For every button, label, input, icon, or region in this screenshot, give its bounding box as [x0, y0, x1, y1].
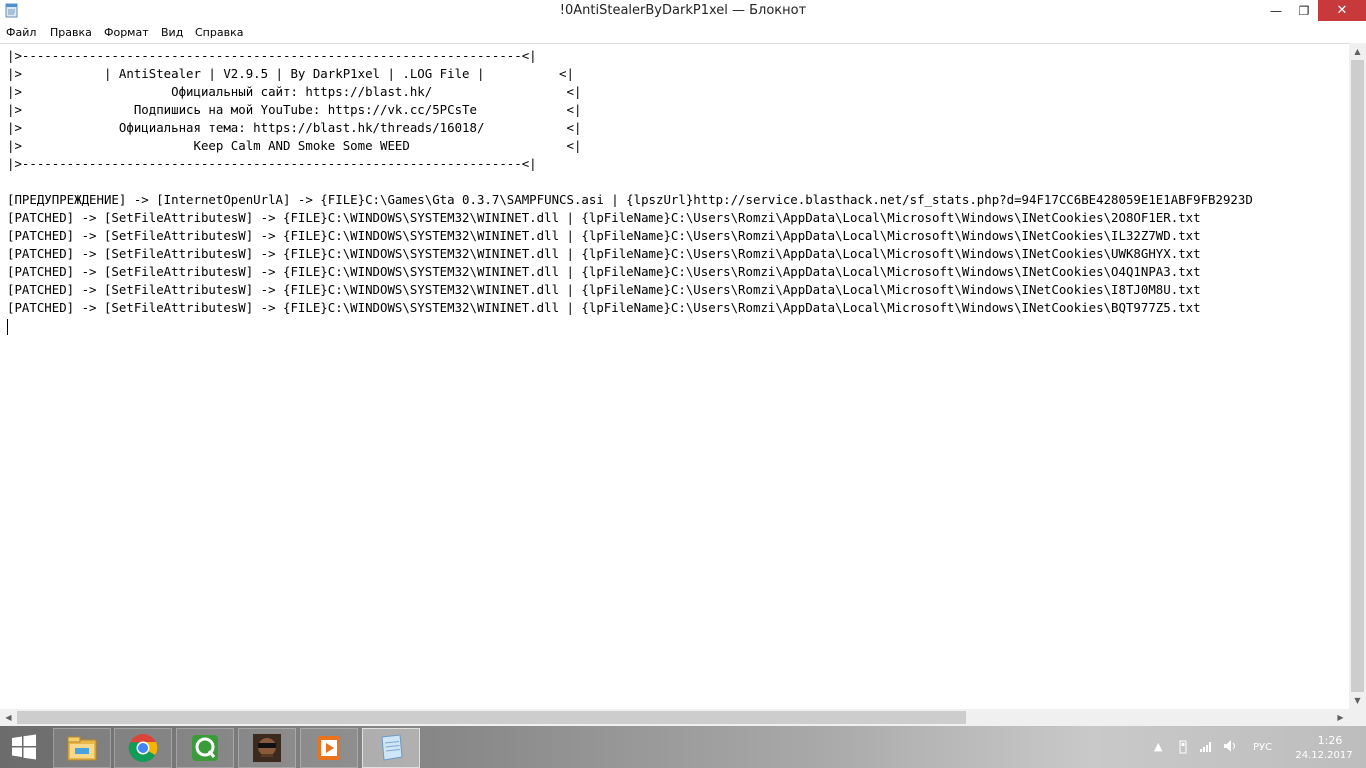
taskbar-notepad[interactable]	[362, 728, 420, 768]
maximize-button[interactable]: ❐	[1290, 0, 1318, 21]
minimize-button[interactable]: —	[1262, 0, 1290, 21]
menu-view[interactable]: Вид	[161, 26, 183, 39]
menu-format[interactable]: Формат	[104, 26, 149, 39]
usb-device-icon[interactable]	[1177, 740, 1189, 754]
scroll-down-icon[interactable]: ▼	[1349, 692, 1366, 709]
text-editor[interactable]: |>--------------------------------------…	[0, 43, 1349, 710]
vertical-scroll-thumb[interactable]	[1351, 60, 1364, 692]
start-button[interactable]	[0, 726, 48, 768]
window-title: !0AntiStealerByDarkP1xel — Блокнот	[559, 3, 807, 18]
taskbar-chrome[interactable]	[114, 728, 172, 768]
clock-date[interactable]: 24.12.2017	[1293, 750, 1355, 761]
menu-help[interactable]: Справка	[195, 26, 243, 39]
menu-bar: Файл Правка Формат Вид Справка	[0, 22, 1366, 43]
taskbar-game[interactable]	[238, 728, 296, 768]
scrollbar-corner	[1349, 709, 1366, 726]
scroll-up-icon[interactable]: ▲	[1349, 43, 1366, 60]
scroll-left-icon[interactable]: ◀	[0, 709, 17, 726]
qip-icon	[192, 735, 218, 761]
text-caret	[7, 319, 8, 335]
taskbar-media-player[interactable]	[300, 728, 358, 768]
folder-icon	[67, 736, 97, 761]
menu-file[interactable]: Файл	[6, 26, 36, 39]
media-player-icon	[318, 736, 340, 760]
vertical-scrollbar[interactable]: ▲ ▼	[1349, 43, 1366, 709]
editor-content[interactable]: |>--------------------------------------…	[0, 44, 1349, 317]
menu-edit[interactable]: Правка	[50, 26, 92, 39]
signal-icon[interactable]	[1200, 740, 1214, 752]
taskbar-explorer[interactable]	[53, 728, 111, 768]
windows-logo-icon	[12, 734, 36, 760]
horizontal-scrollbar[interactable]: ◀ ▶	[0, 709, 1349, 726]
taskbar-qip[interactable]	[176, 728, 234, 768]
language-indicator[interactable]: РУС	[1253, 742, 1272, 753]
taskbar: ▲ РУС 1:26 24.12.2017	[0, 726, 1366, 768]
close-button[interactable]: ✕	[1318, 0, 1366, 21]
volume-icon[interactable]	[1224, 740, 1238, 752]
chrome-icon	[128, 734, 158, 762]
gta-icon	[253, 734, 281, 762]
title-bar[interactable]: !0AntiStealerByDarkP1xel — Блокнот — ❐ ✕	[0, 0, 1366, 23]
horizontal-scroll-thumb[interactable]	[17, 711, 966, 724]
clock-time[interactable]: 1:26	[1305, 734, 1355, 747]
notepad-icon	[381, 734, 403, 761]
tray-expand-icon[interactable]: ▲	[1154, 740, 1162, 753]
scroll-right-icon[interactable]: ▶	[1332, 709, 1349, 726]
